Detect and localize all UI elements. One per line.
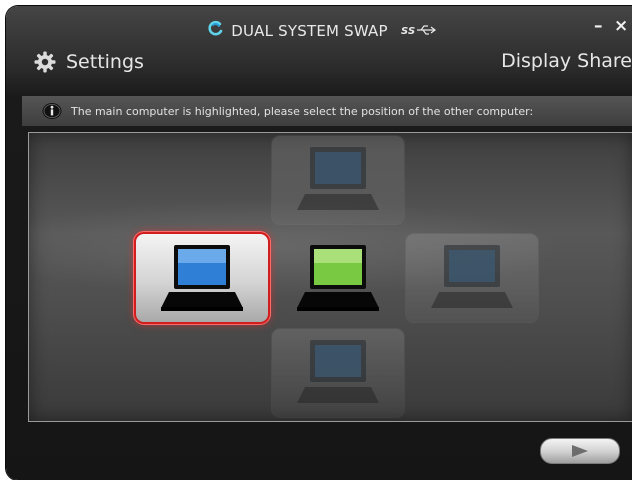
title-bar: DUAL SYSTEM SWAP SS: [6, 20, 632, 42]
main-computer: [272, 234, 404, 322]
minimize-button[interactable]: –: [594, 16, 603, 36]
info-message: The main computer is highlighted, please…: [71, 104, 534, 118]
next-button[interactable]: [540, 438, 620, 464]
info-icon: [42, 103, 62, 119]
settings-button[interactable]: Settings: [34, 50, 144, 74]
gear-icon: [34, 51, 56, 73]
laptop-icon: [297, 245, 379, 311]
display-share-button[interactable]: Display Share: [501, 50, 632, 72]
position-left-button[interactable]: [136, 234, 268, 322]
info-bar: The main computer is highlighted, please…: [22, 96, 632, 126]
position-bottom-button[interactable]: [272, 329, 404, 417]
laptop-icon: [297, 147, 379, 210]
settings-label: Settings: [66, 51, 144, 73]
svg-text:SS: SS: [401, 26, 415, 36]
window-title: DUAL SYSTEM SWAP: [231, 22, 388, 40]
app-window: DUAL SYSTEM SWAP SS – × Settings Display…: [6, 6, 632, 480]
position-selector-panel: [28, 132, 632, 422]
usb-superspeed-icon: SS: [401, 22, 437, 40]
position-right-button[interactable]: [406, 234, 538, 322]
laptop-icon: [431, 245, 513, 308]
swap-logo-icon: [207, 20, 225, 42]
position-top-button[interactable]: [272, 136, 404, 224]
play-arrow-icon: [572, 445, 588, 457]
laptop-icon: [161, 245, 243, 311]
laptop-icon: [297, 340, 379, 403]
close-button[interactable]: ×: [614, 16, 628, 36]
